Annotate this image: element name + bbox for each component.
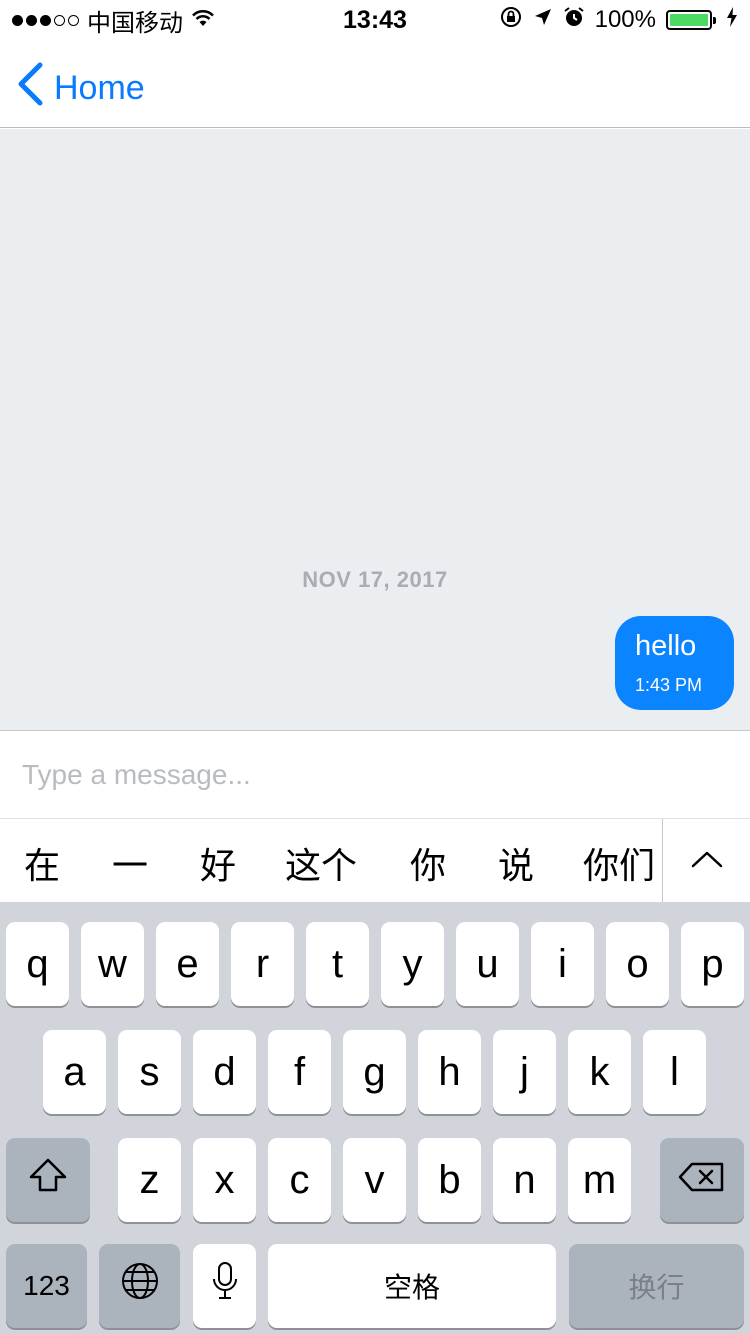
- status-left: 中国移动: [12, 3, 215, 38]
- key-a[interactable]: a: [43, 1030, 106, 1114]
- message-input[interactable]: [0, 731, 750, 818]
- key-z[interactable]: z: [118, 1138, 181, 1222]
- key-i[interactable]: i: [531, 922, 594, 1006]
- key-q[interactable]: q: [6, 922, 69, 1006]
- key-h[interactable]: h: [418, 1030, 481, 1114]
- key-l[interactable]: l: [643, 1030, 706, 1114]
- rotation-lock-icon: [499, 5, 523, 36]
- delete-key[interactable]: [660, 1138, 744, 1222]
- microphone-icon: [212, 1261, 238, 1311]
- key-o[interactable]: o: [606, 922, 669, 1006]
- keyboard: q w e r t y u i o p a s d f g h j k l z …: [0, 902, 750, 1334]
- location-arrow-icon: [533, 6, 553, 34]
- key-n[interactable]: n: [493, 1138, 556, 1222]
- signal-strength-icon: [12, 14, 79, 26]
- key-f[interactable]: f: [268, 1030, 331, 1114]
- shift-key[interactable]: [6, 1138, 90, 1222]
- candidate-6[interactable]: 说: [498, 837, 534, 889]
- status-bar: 中国移动 13:43 100%: [0, 0, 750, 40]
- outgoing-message-bubble[interactable]: hello 1:43 PM: [615, 616, 734, 710]
- delete-icon: [678, 1158, 726, 1203]
- key-y[interactable]: y: [381, 922, 444, 1006]
- key-x[interactable]: x: [193, 1138, 256, 1222]
- carrier-name: 中国移动: [87, 9, 183, 37]
- navigation-bar: Home: [0, 40, 750, 128]
- battery-icon: [666, 10, 716, 30]
- key-e[interactable]: e: [156, 922, 219, 1006]
- chevron-up-icon: [690, 849, 724, 873]
- globe-key[interactable]: [99, 1244, 180, 1328]
- status-right: 100%: [499, 5, 738, 36]
- message-timestamp: 1:43 PM: [635, 675, 703, 695]
- wifi-icon: [191, 6, 215, 34]
- return-key[interactable]: 换行: [569, 1244, 744, 1328]
- key-m[interactable]: m: [568, 1138, 631, 1222]
- back-button[interactable]: Home: [16, 62, 145, 115]
- numbers-key[interactable]: 123: [6, 1244, 87, 1328]
- key-w[interactable]: w: [81, 922, 144, 1006]
- date-separator: NOV 17, 2017: [302, 567, 448, 592]
- back-label: Home: [54, 69, 145, 107]
- candidate-5[interactable]: 你: [410, 837, 446, 889]
- candidate-7[interactable]: 你们: [583, 837, 655, 889]
- shift-icon: [28, 1157, 68, 1203]
- ime-candidate-bar: 在 一 好 这个 你 说 你们: [0, 818, 750, 903]
- message-text: hello: [635, 630, 697, 662]
- key-p[interactable]: p: [681, 922, 744, 1006]
- space-key[interactable]: 空格: [268, 1244, 556, 1328]
- chat-thread[interactable]: NOV 17, 2017 hello 1:43 PM: [0, 129, 750, 730]
- alarm-icon: [563, 6, 585, 35]
- composer-bar: [0, 730, 750, 818]
- key-b[interactable]: b: [418, 1138, 481, 1222]
- charging-icon: [726, 6, 738, 34]
- candidate-2[interactable]: 一: [112, 837, 148, 889]
- key-r[interactable]: r: [231, 922, 294, 1006]
- key-c[interactable]: c: [268, 1138, 331, 1222]
- key-k[interactable]: k: [568, 1030, 631, 1114]
- key-j[interactable]: j: [493, 1030, 556, 1114]
- key-d[interactable]: d: [193, 1030, 256, 1114]
- dictation-key[interactable]: [193, 1244, 256, 1328]
- key-t[interactable]: t: [306, 922, 369, 1006]
- expand-candidates-button[interactable]: [662, 819, 750, 903]
- candidate-4[interactable]: 这个: [285, 837, 357, 889]
- key-g[interactable]: g: [343, 1030, 406, 1114]
- key-u[interactable]: u: [456, 922, 519, 1006]
- candidate-3[interactable]: 好: [200, 837, 236, 889]
- chevron-left-icon: [16, 62, 44, 115]
- candidate-1[interactable]: 在: [24, 837, 60, 889]
- battery-percent: 100%: [594, 6, 656, 33]
- key-v[interactable]: v: [343, 1138, 406, 1222]
- globe-icon: [120, 1261, 160, 1311]
- key-s[interactable]: s: [118, 1030, 181, 1114]
